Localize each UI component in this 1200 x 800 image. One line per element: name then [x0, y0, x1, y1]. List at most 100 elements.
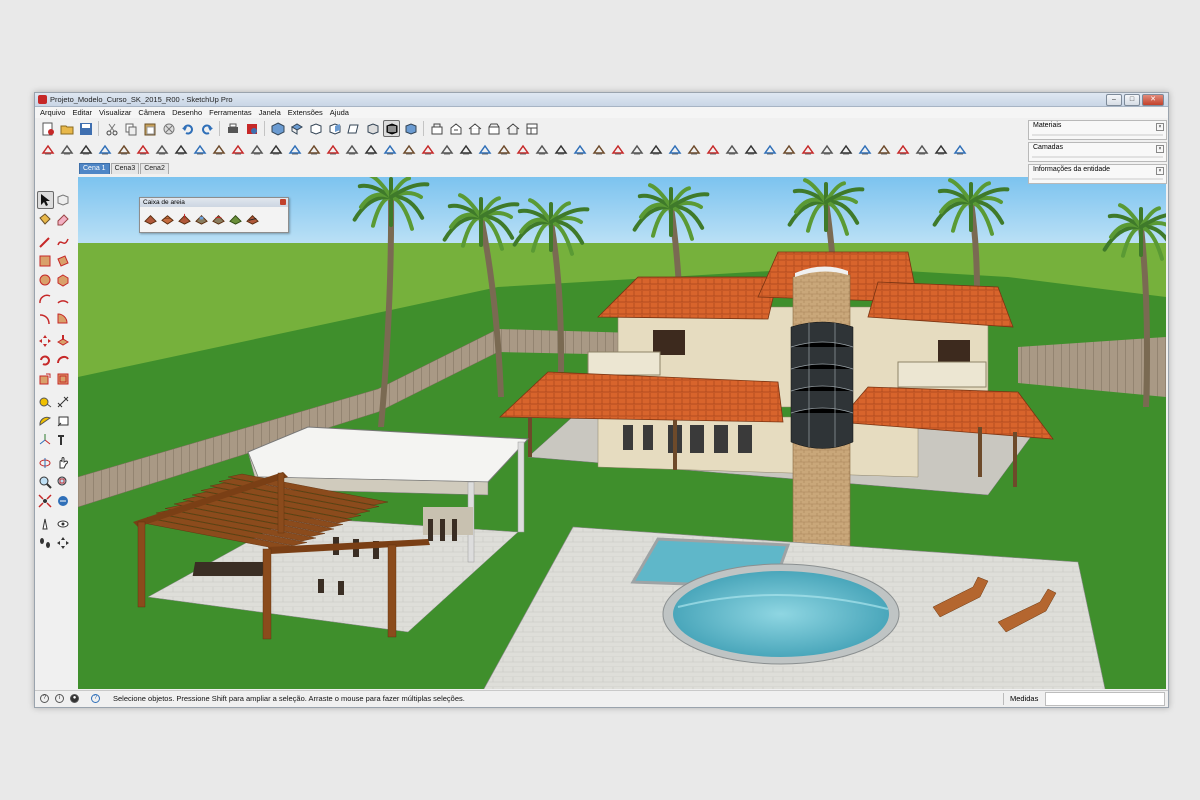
freehand-button[interactable] — [55, 233, 72, 251]
circle-tool-button[interactable] — [153, 141, 170, 158]
follow-me-button[interactable] — [55, 351, 72, 369]
push-pull-button[interactable] — [55, 332, 72, 350]
scene-tab-cena3[interactable]: Cena3 — [110, 163, 140, 174]
user-icon[interactable]: ● — [70, 694, 79, 703]
help-icon[interactable]: ? — [91, 694, 100, 703]
maximize-button[interactable]: □ — [1124, 94, 1140, 106]
menu-extensoes[interactable]: Extensões — [286, 107, 328, 118]
paint-tool-button[interactable] — [438, 141, 455, 158]
layout-button[interactable] — [523, 120, 540, 137]
offset-button[interactable] — [55, 370, 72, 388]
arc-button[interactable] — [37, 290, 54, 308]
left-view-button[interactable] — [364, 120, 381, 137]
model-viewport[interactable] — [78, 177, 1166, 689]
solid-subtract-tool-button[interactable] — [799, 141, 816, 158]
undo-button[interactable] — [179, 120, 196, 137]
warehouse-button[interactable] — [428, 120, 445, 137]
section-plane-button[interactable] — [55, 534, 72, 552]
look-around-button[interactable] — [55, 515, 72, 533]
dimension-button[interactable] — [55, 393, 72, 411]
select-tool-button[interactable] — [39, 141, 56, 158]
line-tool-button[interactable] — [77, 141, 94, 158]
pan-button[interactable] — [55, 454, 72, 472]
follow-me-tool-button[interactable] — [267, 141, 284, 158]
erase-button[interactable] — [160, 120, 177, 137]
3d-text-tool-button[interactable] — [400, 141, 417, 158]
minimize-button[interactable]: – — [1106, 94, 1122, 106]
previous-view-button[interactable] — [55, 492, 72, 510]
menu-camera[interactable]: Câmera — [136, 107, 170, 118]
front-view-button[interactable] — [307, 120, 324, 137]
arc-tool-button[interactable] — [96, 141, 113, 158]
make-component-button[interactable] — [55, 191, 72, 209]
print-button[interactable] — [224, 120, 241, 137]
section-tool-button[interactable] — [419, 141, 436, 158]
pie-button[interactable] — [55, 309, 72, 327]
offset-tool-button[interactable] — [191, 141, 208, 158]
scene-tab-cena2[interactable]: Cena2 — [140, 163, 169, 174]
menu-arquivo[interactable]: Arquivo — [38, 107, 70, 118]
rectangle-tool-button[interactable] — [134, 141, 151, 158]
3d-text-button[interactable] — [55, 431, 72, 449]
add-detail-tool-button[interactable] — [742, 141, 759, 158]
model-info-button[interactable] — [243, 120, 260, 137]
back-view-button[interactable] — [345, 120, 362, 137]
freehand-tool-button[interactable] — [115, 141, 132, 158]
credits-icon[interactable]: i — [55, 694, 64, 703]
menu-visualizar[interactable]: Visualizar — [97, 107, 136, 118]
stamp-icon[interactable] — [195, 212, 208, 225]
select-tool-button[interactable] — [37, 191, 54, 209]
menu-ferramentas[interactable]: Ferramentas — [207, 107, 257, 118]
position-camera-button[interactable] — [37, 515, 54, 533]
close-button[interactable]: ✕ — [1142, 94, 1164, 106]
push-pull-tool-button[interactable] — [229, 141, 246, 158]
scale-tool-button[interactable] — [286, 141, 303, 158]
zoom-tool-button[interactable] — [514, 141, 531, 158]
axes-button[interactable] — [37, 431, 54, 449]
paint-bucket-button[interactable] — [37, 210, 54, 228]
xray-style-button[interactable] — [383, 120, 400, 137]
polygon-tool-button[interactable] — [172, 141, 189, 158]
walk-tool-button[interactable] — [609, 141, 626, 158]
polygon-button[interactable] — [55, 271, 72, 289]
smoove-tool-button[interactable] — [685, 141, 702, 158]
sandbox-toolbar-header[interactable]: Caixa de areia — [140, 198, 288, 207]
rotate-tool-button[interactable] — [248, 141, 265, 158]
protractor-tool-button[interactable] — [343, 141, 360, 158]
tray-layers[interactable]: Camadas × — [1028, 142, 1167, 162]
from-contours-icon[interactable] — [144, 212, 157, 225]
eraser-button[interactable] — [55, 210, 72, 228]
tape-measure-tool-button[interactable] — [305, 141, 322, 158]
position-camera-tool-button[interactable] — [590, 141, 607, 158]
redo-button[interactable] — [198, 120, 215, 137]
previous-tool-button[interactable] — [571, 141, 588, 158]
tray-close-icon[interactable]: × — [1156, 167, 1164, 175]
menu-ajuda[interactable]: Ajuda — [328, 107, 354, 118]
tray-entity-info[interactable]: Informações da entidade × — [1028, 164, 1167, 184]
paste-button[interactable] — [141, 120, 158, 137]
sandbox-contours-tool-button[interactable] — [647, 141, 664, 158]
zoom-extents-button[interactable] — [37, 492, 54, 510]
zoom-window-tool-button[interactable] — [533, 141, 550, 158]
stamp-tool-button[interactable] — [704, 141, 721, 158]
scene-tool-button[interactable] — [951, 141, 968, 158]
tray-close-icon[interactable]: × — [1156, 145, 1164, 153]
sandbox-close-icon[interactable] — [280, 199, 286, 205]
cut-button[interactable] — [103, 120, 120, 137]
protractor-button[interactable] — [37, 412, 54, 430]
drape-tool-button[interactable] — [723, 141, 740, 158]
new-file-button[interactable] — [39, 120, 56, 137]
shadow-tool-button[interactable] — [894, 141, 911, 158]
line-tool-button[interactable] — [37, 233, 54, 251]
scale-button[interactable] — [37, 370, 54, 388]
open-file-button[interactable] — [58, 120, 75, 137]
menu-janela[interactable]: Janela — [257, 107, 286, 118]
intersect-tool-button[interactable] — [818, 141, 835, 158]
three-point-arc-button[interactable] — [37, 309, 54, 327]
rotate-button[interactable] — [37, 351, 54, 369]
axes-tool-button[interactable] — [381, 141, 398, 158]
shaded-style-button[interactable] — [402, 120, 419, 137]
extension-warehouse-button[interactable] — [485, 120, 502, 137]
trim-tool-button[interactable] — [837, 141, 854, 158]
tray-materials[interactable]: Materiais × — [1028, 120, 1167, 140]
